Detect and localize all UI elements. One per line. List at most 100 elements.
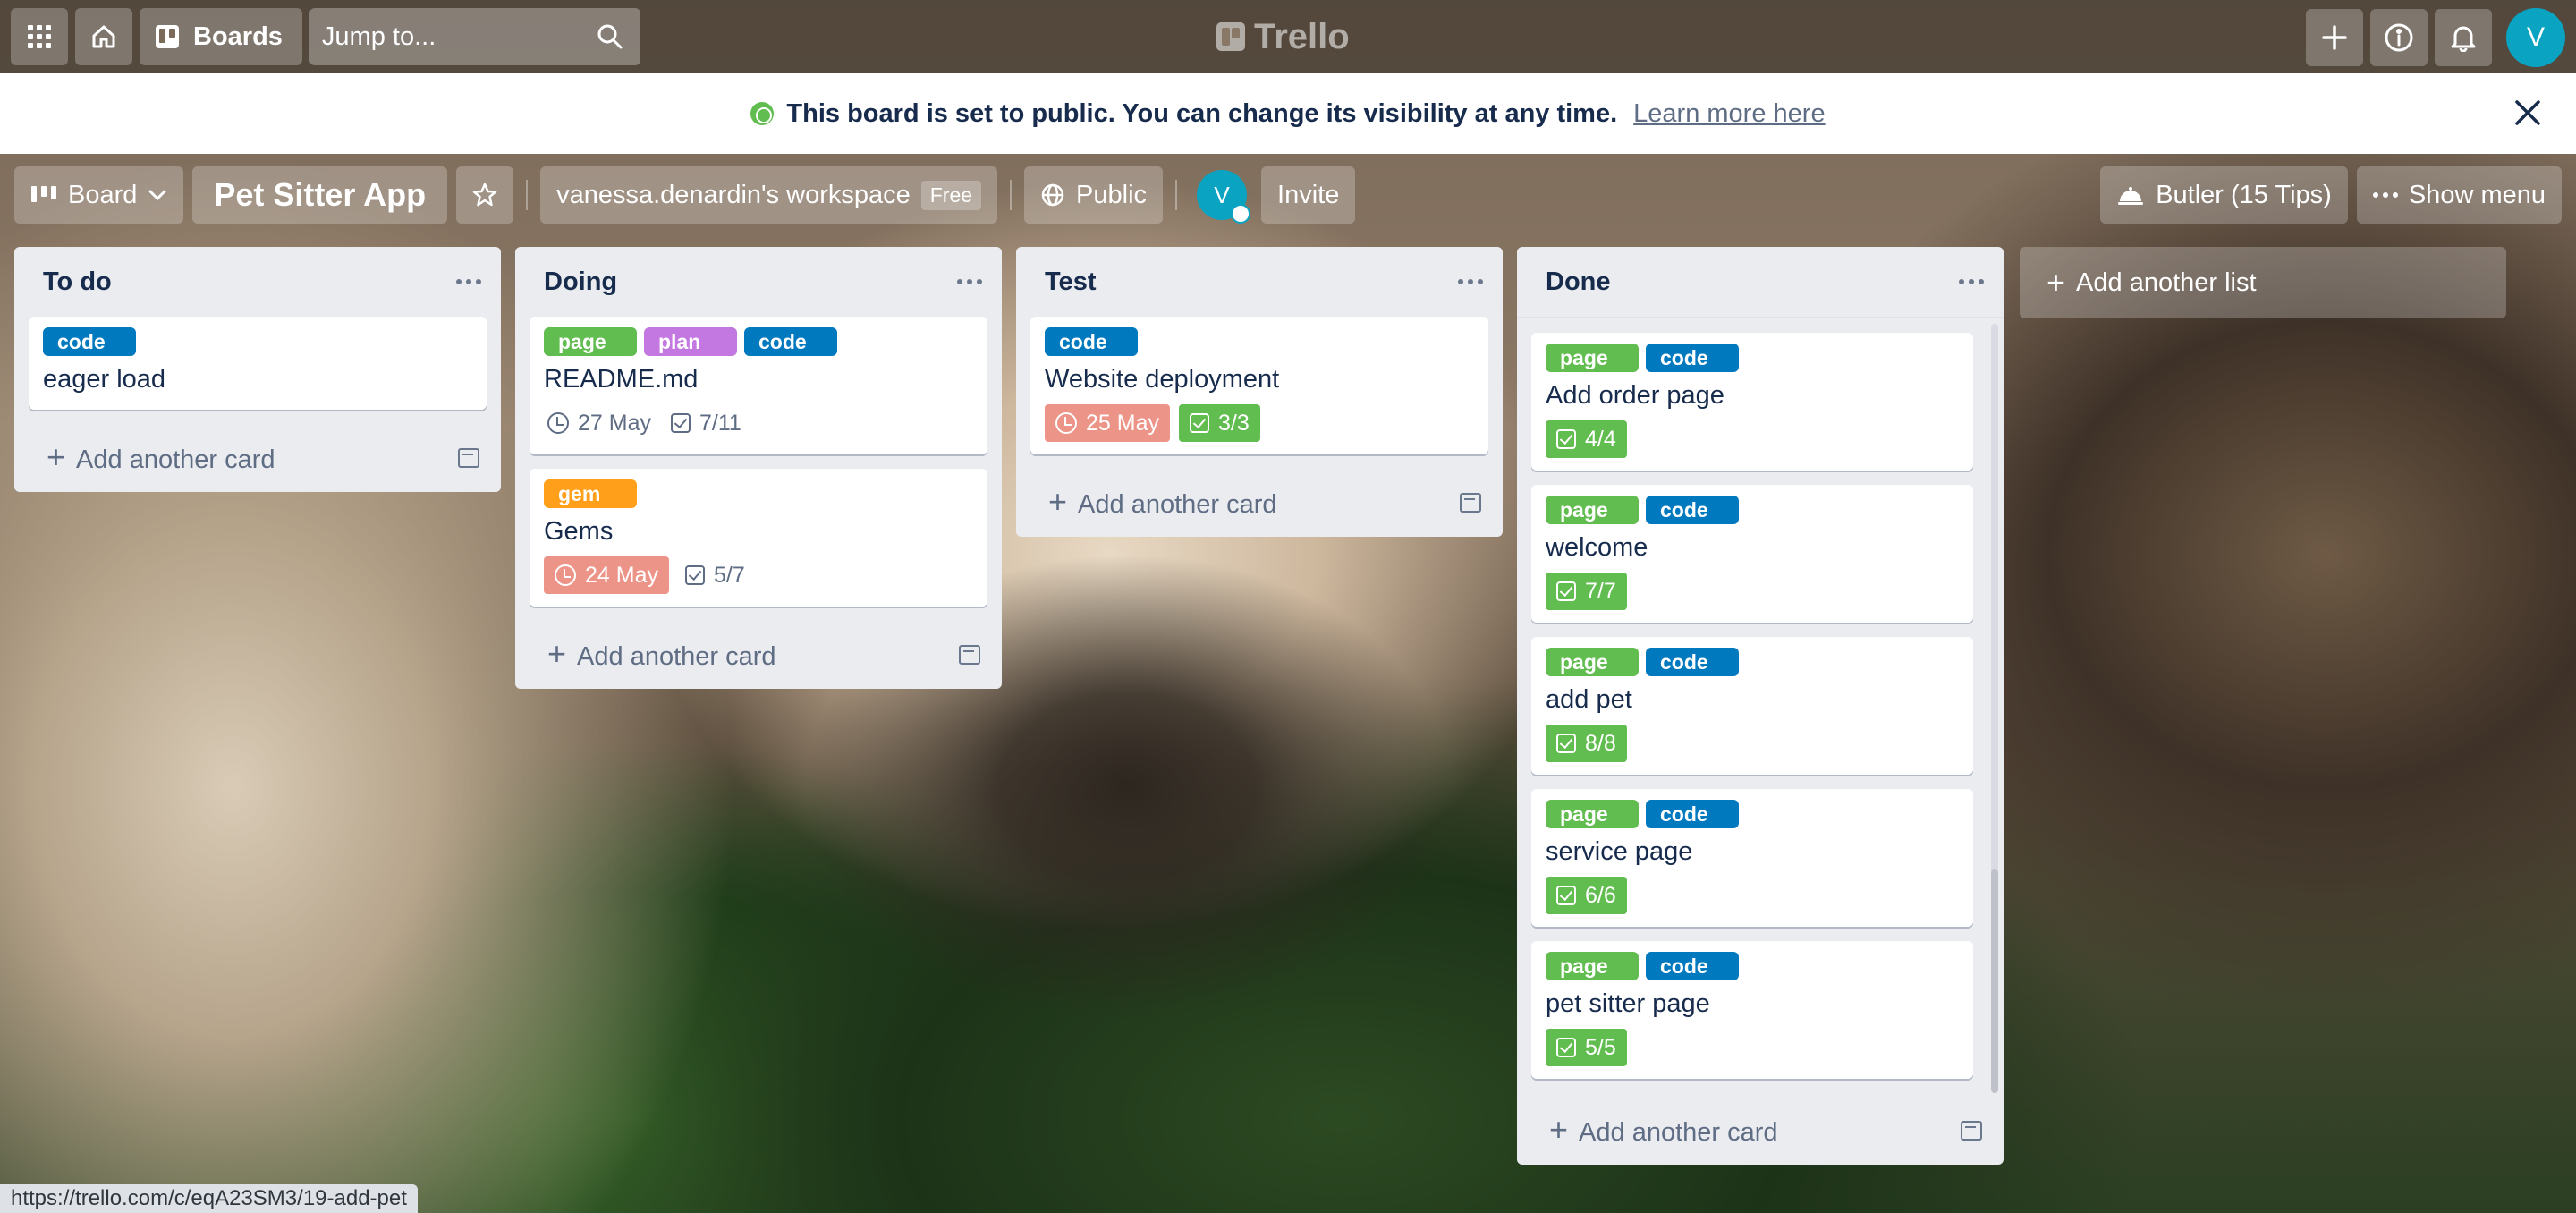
invite-button[interactable]: Invite bbox=[1261, 166, 1356, 224]
card[interactable]: gem Gems 24 May 5/7 bbox=[530, 469, 987, 606]
card[interactable]: page code add pet 8/8 bbox=[1531, 637, 1973, 775]
card-title: Website deployment bbox=[1045, 365, 1280, 394]
learn-more-link[interactable]: Learn more here bbox=[1633, 99, 1825, 129]
star-board-button[interactable] bbox=[456, 166, 514, 224]
visibility-button[interactable]: Public bbox=[1024, 166, 1164, 224]
show-menu-button[interactable]: Show menu bbox=[2356, 166, 2562, 224]
list-title[interactable]: To do bbox=[43, 267, 112, 297]
close-icon[interactable] bbox=[2510, 95, 2546, 131]
list-actions-icon[interactable] bbox=[952, 274, 987, 290]
add-card-button[interactable]: + Add another card bbox=[14, 424, 501, 492]
list-actions-icon[interactable] bbox=[1953, 274, 1989, 290]
add-list-button[interactable]: + Add another list bbox=[2020, 247, 2506, 318]
card[interactable]: page code pet sitter page 5/5 bbox=[1531, 941, 1973, 1079]
due-date-badge[interactable]: 25 May bbox=[1045, 404, 1170, 442]
card-label[interactable]: code bbox=[1045, 327, 1138, 356]
more-icon bbox=[2372, 192, 2398, 198]
list-header[interactable]: Test bbox=[1016, 247, 1503, 317]
bell-icon bbox=[2451, 26, 2476, 52]
card-label[interactable]: code bbox=[1646, 344, 1739, 372]
checklist-count: 8/8 bbox=[1585, 730, 1616, 756]
card-template-icon[interactable] bbox=[1460, 493, 1481, 513]
chevron-down-icon bbox=[148, 190, 166, 201]
card[interactable]: page code welcome 7/7 bbox=[1531, 485, 1973, 623]
card-label[interactable]: page bbox=[1546, 496, 1639, 524]
list-scrollbar[interactable] bbox=[1991, 324, 1998, 1093]
card-label[interactable]: code bbox=[1646, 496, 1739, 524]
list-header[interactable]: To do bbox=[14, 247, 501, 317]
boards-button[interactable]: Boards bbox=[140, 8, 302, 65]
add-card-button[interactable]: + Add another card bbox=[1016, 469, 1503, 537]
card-badges: 24 May 5/7 bbox=[544, 556, 973, 594]
card-label[interactable]: page bbox=[1546, 344, 1639, 372]
add-card-button[interactable]: + Add another card bbox=[515, 621, 1002, 689]
list-done[interactable]: Done page code Add order page 4/4 page c… bbox=[1517, 247, 2004, 1165]
card-label[interactable]: code bbox=[43, 327, 136, 356]
information-button[interactable] bbox=[2370, 9, 2428, 66]
card-template-icon[interactable] bbox=[959, 645, 980, 665]
trello-logo[interactable]: Trello bbox=[1216, 16, 1350, 57]
workspace-button[interactable]: vanessa.denardin's workspace Free bbox=[540, 166, 998, 224]
home-button[interactable] bbox=[75, 8, 132, 65]
card[interactable]: page code service page 6/6 bbox=[1531, 789, 1973, 927]
due-date-badge[interactable]: 27 May bbox=[544, 404, 655, 442]
add-card-button[interactable]: + Add another card bbox=[1517, 1097, 2004, 1165]
visibility-label: Public bbox=[1076, 180, 1148, 209]
notifications-button[interactable] bbox=[2435, 9, 2492, 66]
apps-switcher-button[interactable] bbox=[11, 8, 68, 65]
banner-message: This board is set to public. You can cha… bbox=[786, 98, 1618, 128]
due-date-badge[interactable]: 24 May bbox=[544, 556, 669, 594]
list-actions-icon[interactable] bbox=[451, 274, 487, 290]
card-label[interactable]: page bbox=[1546, 648, 1639, 676]
card-label[interactable]: plan bbox=[644, 327, 737, 356]
list-header[interactable]: Doing bbox=[515, 247, 1002, 317]
card-label[interactable]: code bbox=[744, 327, 837, 356]
list-title[interactable]: Test bbox=[1045, 267, 1096, 297]
card-template-icon[interactable] bbox=[1961, 1121, 1982, 1141]
card-label[interactable]: page bbox=[1546, 800, 1639, 828]
card-label[interactable]: code bbox=[1646, 952, 1739, 980]
list-test[interactable]: Test code Website deployment 25 May 3/3 … bbox=[1016, 247, 1503, 537]
card[interactable]: page plan code README.md 27 May 7/11 bbox=[530, 317, 987, 454]
card-label[interactable]: code bbox=[1646, 800, 1739, 828]
board-title[interactable]: Pet Sitter App bbox=[192, 166, 448, 224]
card[interactable]: page code Add order page 4/4 bbox=[1531, 333, 1973, 471]
search-icon bbox=[597, 24, 623, 49]
checklist-icon bbox=[1556, 886, 1576, 905]
card-title: Gems bbox=[544, 517, 614, 546]
globe-icon bbox=[1041, 183, 1064, 207]
clock-icon bbox=[547, 412, 569, 434]
user-avatar[interactable]: V bbox=[2506, 8, 2565, 67]
board-member-avatar[interactable]: V bbox=[1197, 170, 1251, 224]
jump-to-search[interactable]: Jump to... bbox=[309, 8, 640, 65]
board-view-switcher[interactable]: Board bbox=[14, 166, 184, 224]
card-label[interactable]: code bbox=[1646, 648, 1739, 676]
list-header[interactable]: Done bbox=[1517, 247, 2004, 317]
list-doing[interactable]: Doing page plan code README.md 27 May 7/… bbox=[515, 247, 1002, 689]
card-title: service page bbox=[1546, 837, 1693, 866]
list-title[interactable]: Doing bbox=[544, 267, 617, 297]
create-button[interactable] bbox=[2306, 9, 2363, 66]
due-date-text: 24 May bbox=[585, 562, 658, 588]
card-template-icon[interactable] bbox=[458, 448, 479, 468]
clock-icon bbox=[555, 564, 576, 586]
list-scrollbar-thumb[interactable] bbox=[1991, 869, 1998, 1093]
butler-button[interactable]: Butler (15 Tips) bbox=[2100, 166, 2348, 224]
checklist-count: 6/6 bbox=[1585, 882, 1616, 908]
list-actions-icon[interactable] bbox=[1453, 274, 1488, 290]
card-label[interactable]: page bbox=[544, 327, 637, 356]
card-badges: 5/5 bbox=[1546, 1029, 1959, 1066]
plus-icon: + bbox=[47, 438, 66, 475]
list-title[interactable]: Done bbox=[1546, 267, 1611, 297]
card-label[interactable]: gem bbox=[544, 479, 637, 508]
card[interactable]: code Website deployment 25 May 3/3 bbox=[1030, 317, 1488, 454]
checklist-icon bbox=[1556, 1038, 1576, 1057]
card-title: README.md bbox=[544, 365, 699, 394]
add-card-label: Add another card bbox=[1579, 1118, 1778, 1147]
card-title: add pet bbox=[1546, 685, 1632, 714]
card-container: code Website deployment 25 May 3/3 bbox=[1016, 317, 1503, 454]
checklist-count: 3/3 bbox=[1217, 410, 1250, 436]
card-label[interactable]: page bbox=[1546, 952, 1639, 980]
list-to-do[interactable]: To do code eager load + Add another card bbox=[14, 247, 501, 492]
card[interactable]: code eager load bbox=[29, 317, 487, 410]
